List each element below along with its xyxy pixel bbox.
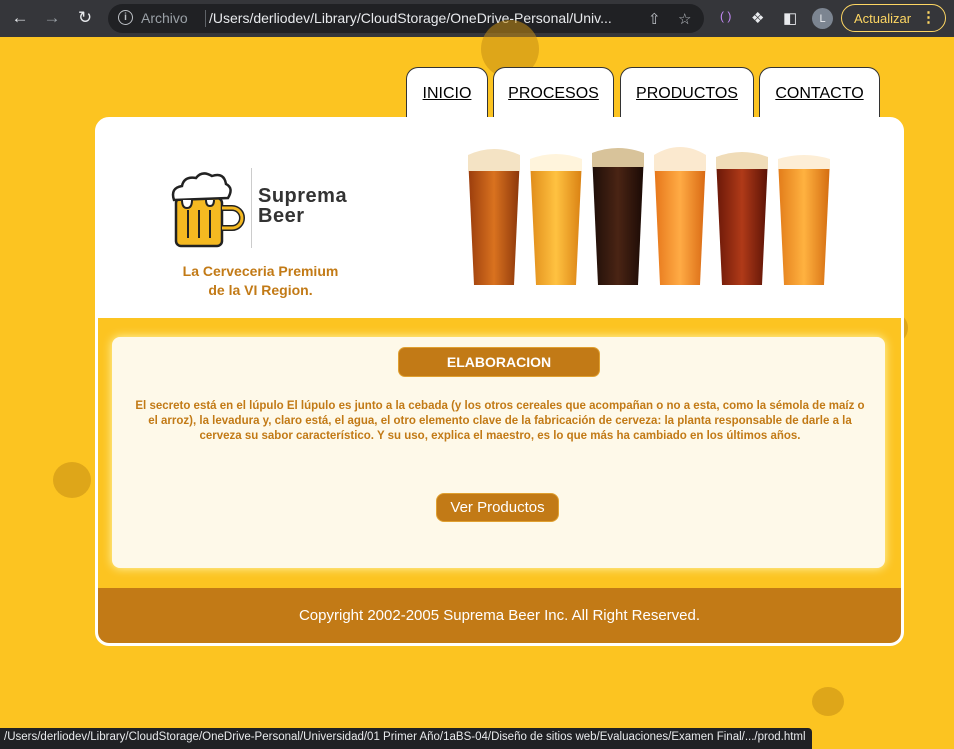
tab-procesos[interactable]: PROCESOS [493,67,614,119]
browser-toolbar: ← → ↻ i Archivo /Users/derliodev/Library… [0,0,954,37]
url-text[interactable]: /Users/derliodev/Library/CloudStorage/On… [209,10,639,26]
info-icon[interactable]: i [118,10,133,25]
decorative-bubble [53,462,91,498]
beer-glass [468,149,520,285]
tagline-line: La Cerveceria Premium [182,263,339,279]
ver-productos-button[interactable]: Ver Productos [436,493,559,522]
tab-label[interactable]: CONTACTO [775,85,863,103]
tab-productos[interactable]: PRODUCTOS [620,67,754,119]
avatar[interactable]: L [812,8,833,29]
tab-label[interactable]: INICIO [423,85,472,103]
logo-divider [251,168,252,248]
beer-glass [716,152,768,285]
extension-icon[interactable]: ( ) [720,9,731,23]
protocol-label: Archivo [141,10,188,26]
reload-icon[interactable]: ↻ [75,8,95,28]
content-box: ELABORACION El secreto está en el lúpulo… [112,337,885,568]
update-button[interactable]: Actualizar ⋮ [841,4,946,32]
beer-glasses-image [468,147,830,285]
site-header: Suprema Beer La Cerveceria Premium de la… [98,120,901,318]
forward-icon[interactable]: → [42,8,62,28]
tab-label[interactable]: PRODUCTOS [636,85,738,103]
section-body: El secreto está en el lúpulo El lúpulo e… [135,400,865,442]
tab-label[interactable]: PROCESOS [508,85,599,103]
share-icon[interactable]: ⇧ [648,10,661,28]
sidepanel-icon[interactable]: ◧ [783,9,797,27]
logo-line: Beer [258,205,305,227]
tagline-line: de la VI Region. [208,282,313,298]
beer-glass [654,147,706,285]
logo-wordmark: Suprema Beer [258,186,347,226]
beer-glass [592,148,644,285]
address-bar[interactable]: i Archivo /Users/derliodev/Library/Cloud… [108,4,704,33]
tagline: La Cerveceria Premium de la VI Region. [148,262,373,300]
omnibox-divider [205,10,206,27]
menu-dots-icon[interactable]: ⋮ [921,8,936,26]
beer-mug-icon [171,172,245,248]
puzzle-icon[interactable]: ❖ [751,9,764,27]
tab-inicio[interactable]: INICIO [406,67,488,119]
back-icon[interactable]: ← [10,8,30,28]
bookmark-star-icon[interactable]: ☆ [678,10,691,28]
section-title: ELABORACION [398,347,600,377]
site-footer: Copyright 2002-2005 Suprema Beer Inc. Al… [98,588,901,643]
tab-contacto[interactable]: CONTACTO [759,67,880,119]
beer-glass [530,154,582,285]
copyright-text: Copyright 2002-2005 Suprema Beer Inc. Al… [298,607,701,624]
main-container: Suprema Beer La Cerveceria Premium de la… [95,117,904,646]
beer-glass [778,155,830,285]
decorative-bubble [812,687,844,716]
update-label: Actualizar [854,10,912,26]
status-bar: /Users/derliodev/Library/CloudStorage/On… [0,728,812,749]
logo-line: Suprema [258,185,348,207]
content-area: ELABORACION El secreto está en el lúpulo… [98,318,901,588]
